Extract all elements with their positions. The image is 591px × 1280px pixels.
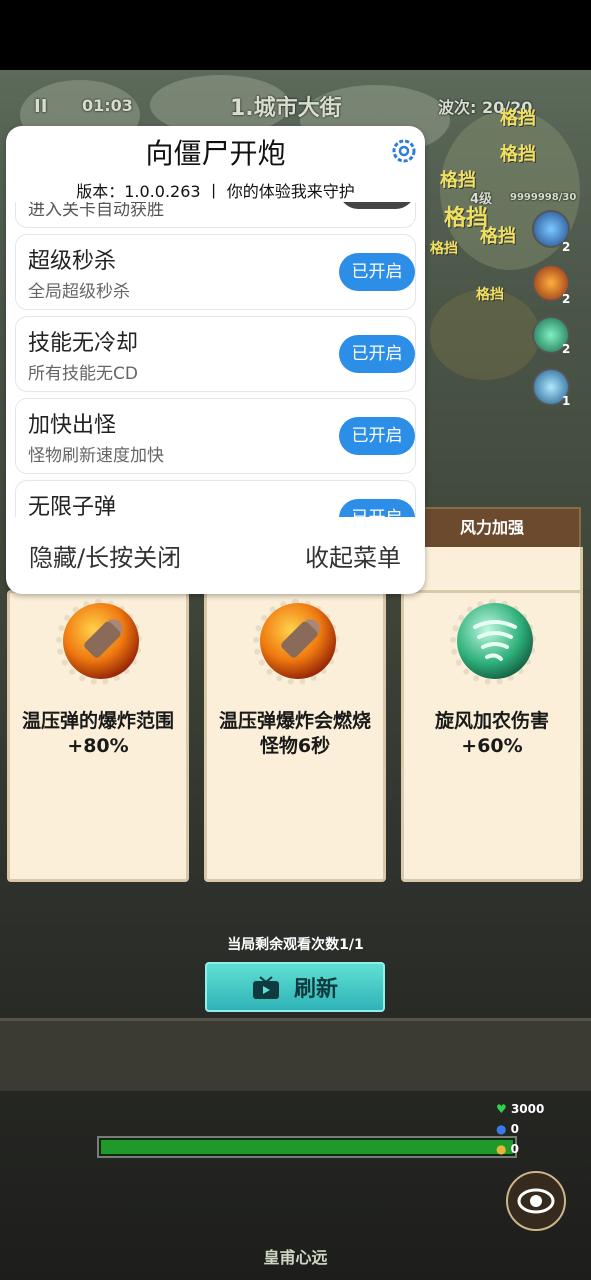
resource-shield: ● 0 [496,1122,520,1136]
pause-icon[interactable]: II [34,96,47,117]
refresh-button[interactable]: 刷新 [205,962,385,1012]
resource-hp: ♥ 3000 [496,1102,545,1116]
damage-text: 格挡 [480,226,516,247]
menu-option-list[interactable]: 进入关卡自动获胜 超级秒杀 全局超级秒杀 已开启 技能无冷却 所有技能无CD 已… [6,202,425,517]
damage-text: 格挡 [430,241,458,257]
eye-icon [517,1188,555,1214]
menu-title: 向僵尸开炮 [145,137,286,170]
shield-icon: ● [496,1122,507,1136]
cheat-menu-panel: 向僵尸开炮 版本：1.0.0.263 丨 你的体验我来守护 进入关卡自动获胜 超… [6,126,425,594]
refresh-label: 刷新 [293,977,338,1002]
damage-text: 格挡 [440,170,476,191]
card-banner: 风力加强 [403,507,581,549]
upgrade-card-1[interactable]: 温压弹的爆炸范围+80% [7,590,189,882]
card-text: 温压弹爆炸会燃烧怪物6秒 [218,710,371,757]
damage-text: 格挡 [500,144,536,165]
toggle-button[interactable]: 已开启 [339,417,415,455]
base-hp-bar [97,1136,517,1158]
menu-version: 版本：1.0.0.263 丨 你的体验我来守护 [76,182,355,201]
skill-count: 1 [562,394,571,408]
player-name: 皇甫心远 [263,1248,328,1267]
skill-count: 2 [562,292,571,306]
toggle-button[interactable]: 已开启 [339,335,415,373]
menu-item-auto-win[interactable]: 进入关卡自动获胜 [15,202,416,228]
menu-item-title: 加快出怪 [28,413,117,438]
tornado-icon [457,603,533,679]
timer: 01:03 [82,96,133,115]
card-text: 旋风加农伤害+60% [434,710,549,757]
skill-count: 2 [562,342,571,356]
toggle-button[interactable] [339,202,415,209]
menu-item-desc: 全局超级秒杀 [28,282,130,302]
card-text: 温压弹的爆炸范围+80% [21,710,174,757]
base-wall [0,1018,591,1091]
upgrade-card-2[interactable]: 温压弹爆炸会燃烧怪物6秒 [204,590,386,882]
settings-gear-icon[interactable] [389,136,419,166]
hide-menu-button[interactable]: 隐藏/长按关闭 [29,538,181,573]
card-top [401,547,583,593]
thermobaric-shell-icon [63,603,139,679]
thermobaric-shell-icon [260,603,336,679]
menu-item-title: 无限子弹 [28,495,117,517]
menu-item-title: 超级秒杀 [28,249,117,274]
upgrade-card-3[interactable]: 旋风加农伤害+60% [401,590,583,882]
coin-icon: ● [496,1142,507,1156]
tv-icon [252,976,280,999]
level-name: 1.城市大街 [230,96,342,121]
exp-counter: 9999998/30 [510,192,577,203]
heart-icon: ♥ [496,1102,507,1116]
collapse-menu-button[interactable]: 收起菜单 [305,538,401,573]
toggle-button[interactable]: 已开启 [339,499,415,517]
damage-text: 格挡 [500,108,536,129]
resource-coin: ● 0 [496,1142,520,1156]
watch-count-text: 当局剩余观看次数1/1 [227,937,364,953]
menu-item-infinite-ammo[interactable]: 无限子弹 已开启 [15,480,416,517]
eye-button[interactable] [506,1171,566,1231]
menu-item-fast-spawn[interactable]: 加快出怪 怪物刷新速度加快 已开启 [15,398,416,474]
skill-count: 2 [562,240,571,254]
menu-item-title: 技能无冷却 [28,331,139,356]
menu-item-desc: 所有技能无CD [28,364,138,384]
toggle-button[interactable]: 已开启 [339,253,415,291]
menu-item-desc: 进入关卡自动获胜 [28,202,164,220]
menu-item-desc: 怪物刷新速度加快 [28,446,164,466]
menu-item-no-cooldown[interactable]: 技能无冷却 所有技能无CD 已开启 [15,316,416,392]
status-bar [0,0,591,70]
damage-text: 格挡 [476,287,504,303]
menu-item-super-kill[interactable]: 超级秒杀 全局超级秒杀 已开启 [15,234,416,310]
